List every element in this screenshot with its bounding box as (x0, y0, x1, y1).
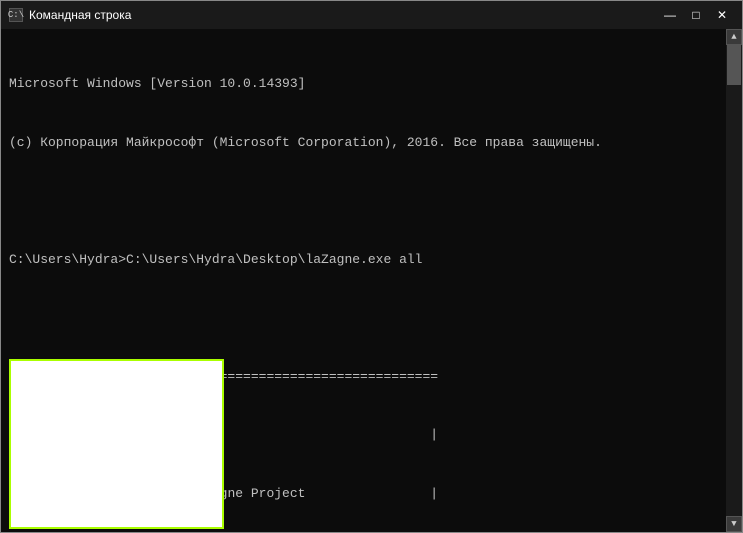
window-controls: — □ ✕ (658, 6, 734, 24)
title-bar-left: C:\ Командная строка (9, 8, 131, 22)
window-title: Командная строка (29, 8, 131, 22)
cmd-icon: C:\ (9, 8, 23, 22)
scroll-down-arrow[interactable]: ▼ (726, 516, 742, 532)
scrollbar-track[interactable] (727, 45, 741, 516)
maximize-button[interactable]: □ (684, 6, 708, 24)
version-line: Microsoft Windows [Version 10.0.14393] (9, 74, 718, 94)
command-line: C:\Users\Hydra>C:\Users\Hydra\Desktop\la… (9, 250, 718, 270)
minimize-button[interactable]: — (658, 6, 682, 24)
terminal-content[interactable]: Microsoft Windows [Version 10.0.14393] (… (1, 29, 726, 532)
cmd-window: C:\ Командная строка — □ ✕ Microsoft Win… (0, 0, 743, 533)
blank-line-1 (9, 191, 718, 211)
terminal-area: Microsoft Windows [Version 10.0.14393] (… (1, 29, 742, 532)
redacted-overlay (9, 359, 224, 529)
blank-line-2 (9, 308, 718, 328)
copyright-line: (c) Корпорация Майкрософт (Microsoft Cor… (9, 133, 718, 153)
scrollbar[interactable]: ▲ ▼ (726, 29, 742, 532)
scrollbar-thumb[interactable] (727, 45, 741, 85)
scroll-up-arrow[interactable]: ▲ (726, 29, 742, 45)
close-button[interactable]: ✕ (710, 6, 734, 24)
title-bar: C:\ Командная строка — □ ✕ (1, 1, 742, 29)
